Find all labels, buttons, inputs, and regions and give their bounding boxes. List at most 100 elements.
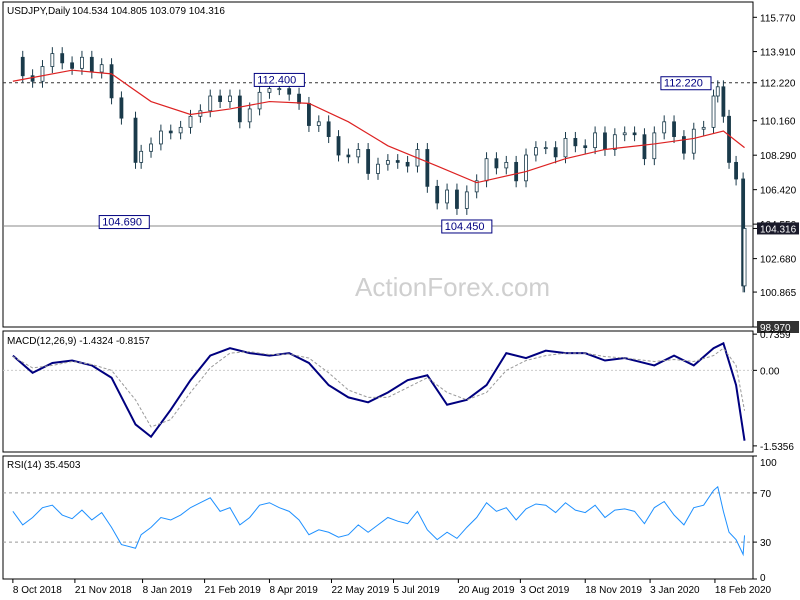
candle-body: [642, 134, 647, 160]
x-axis-label: 8 Jan 2019: [143, 585, 193, 596]
candle-body: [734, 161, 738, 180]
macd-axis-label: 0.00: [760, 366, 780, 377]
candle-body: [99, 64, 104, 73]
candle-body: [257, 91, 262, 110]
candle-body: [603, 132, 607, 150]
candle-body: [297, 93, 301, 104]
price-axis-label: 110.160: [760, 117, 796, 128]
candle-body: [573, 138, 578, 147]
macd-axis-label: -1.5356: [760, 442, 794, 453]
candle-body: [455, 189, 459, 209]
candle-body: [277, 88, 282, 91]
macd-label: MACD(12,26,9) -1.4324 -0.8157: [7, 336, 150, 347]
candle-body: [445, 189, 449, 204]
price-annotation-label: 104.690: [102, 217, 142, 229]
candle-body: [435, 185, 440, 204]
candle-body: [188, 115, 193, 128]
x-axis-label: 18 Feb 2020: [715, 585, 772, 596]
x-axis-label: 3 Jan 2020: [650, 585, 700, 596]
x-axis-label: 20 Aug 2019: [458, 585, 515, 596]
candle-body: [89, 56, 94, 73]
candle-body: [237, 95, 242, 123]
candle-body: [40, 66, 45, 82]
candle-body: [20, 56, 25, 77]
price-axis-label: 112.220: [760, 79, 796, 90]
watermark: ActionForex.com: [355, 272, 550, 302]
candle-body: [715, 86, 720, 97]
candle-body: [228, 95, 232, 102]
macd-axis-label: 0.7359: [760, 330, 791, 341]
candle-body: [267, 88, 272, 93]
candle-body: [316, 121, 321, 126]
candle-body: [701, 126, 706, 130]
candle-body: [168, 130, 173, 134]
candle-body: [484, 158, 489, 182]
price-axis-label: 115.770: [760, 13, 796, 24]
candle-body: [133, 117, 138, 163]
price-annotation-label: 104.450: [445, 221, 485, 233]
candle-body: [721, 86, 726, 117]
candle-body: [366, 149, 371, 174]
chart: USDJPY,Daily 104.534 104.805 103.079 104…: [0, 0, 800, 600]
candle-body: [742, 228, 747, 287]
candle-body: [70, 62, 74, 69]
x-axis-label: 22 May 2019: [331, 585, 389, 596]
candle-body: [672, 121, 676, 137]
x-axis-label: 21 Feb 2019: [205, 585, 262, 596]
price-axis-label: 102.680: [760, 255, 797, 266]
rsi-axis-label: 100: [760, 458, 777, 469]
candle-body: [583, 145, 588, 149]
candle-body: [247, 108, 252, 123]
current-price-label: 104.316: [760, 224, 797, 235]
candle-body: [563, 138, 568, 158]
rsi-axis-label: 30: [760, 538, 772, 549]
candle-body: [30, 75, 35, 82]
candle-body: [178, 126, 183, 134]
price-annotation-label: 112.400: [257, 74, 296, 86]
candle-body: [119, 97, 124, 119]
candle-body: [662, 121, 667, 134]
rsi-label: RSI(14) 35.4503: [7, 460, 81, 471]
price-annotation-label: 112.220: [664, 78, 703, 90]
candle-body: [395, 160, 400, 163]
candle-body: [464, 191, 469, 209]
candle-body: [652, 132, 657, 160]
price-axis-label: 108.290: [760, 151, 797, 162]
candle-body: [405, 161, 410, 167]
price-axis-label: 100.865: [760, 288, 797, 299]
candle-body: [632, 132, 637, 136]
candle-body: [543, 147, 548, 150]
x-axis-label: 18 Nov 2019: [585, 585, 642, 596]
x-axis-label: 8 Apr 2019: [269, 585, 318, 596]
candle-body: [336, 136, 341, 156]
candle-body: [504, 161, 509, 169]
candle-body: [307, 102, 311, 126]
candle-body: [287, 88, 292, 95]
candle-body: [593, 132, 598, 149]
candle-body: [326, 121, 331, 137]
candle-body: [494, 158, 499, 169]
x-axis-label: 3 Oct 2019: [520, 585, 569, 596]
candle-body: [346, 154, 351, 158]
candle-body: [208, 95, 213, 112]
ohlc-label: 104.534 104.805 103.079 104.316: [72, 6, 225, 17]
x-axis-label: 8 Oct 2018: [13, 585, 62, 596]
symbol-label: USDJPY,Daily: [7, 6, 70, 17]
candle-body: [158, 130, 163, 145]
candle-body: [149, 143, 153, 152]
candle-body: [514, 161, 519, 182]
candle-body: [376, 163, 380, 174]
x-axis-label: 21 Nov 2018: [75, 585, 132, 596]
candle-body: [553, 147, 558, 158]
candle-body: [385, 160, 390, 165]
x-axis-label: 5 Jul 2019: [394, 585, 441, 596]
price-axis-label: 106.420: [760, 186, 797, 197]
price-axis-label: 113.910: [760, 48, 796, 59]
candle-body: [524, 154, 528, 182]
candle-body: [109, 64, 114, 99]
rsi-axis-label: 0: [760, 573, 766, 584]
candle-body: [711, 95, 716, 128]
rsi-axis-label: 70: [760, 489, 772, 500]
candle-body: [533, 147, 538, 156]
candle-body: [139, 150, 144, 163]
